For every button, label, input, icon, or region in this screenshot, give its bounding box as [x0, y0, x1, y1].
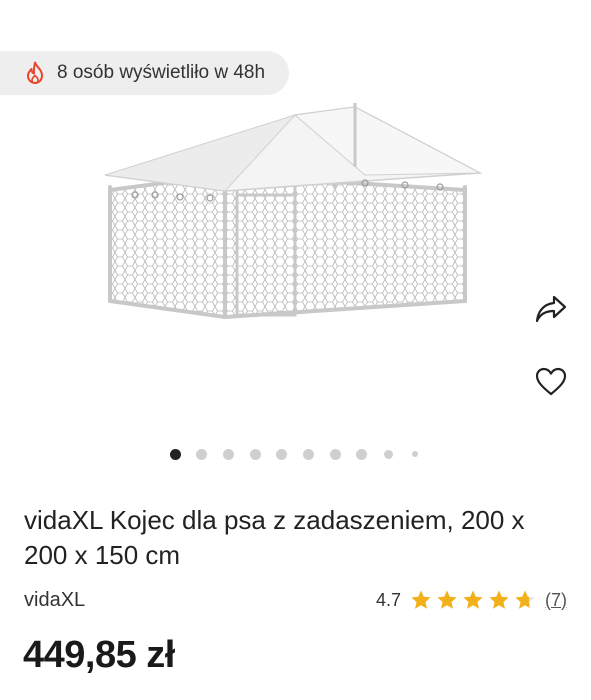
- review-count-link[interactable]: (7): [545, 590, 567, 611]
- pagination-dot[interactable]: [222, 448, 234, 460]
- star-icon: [488, 589, 510, 611]
- star-icon: [462, 589, 484, 611]
- product-price: 449,85 zł: [23, 634, 175, 676]
- heart-icon: [535, 367, 567, 402]
- pagination-dot[interactable]: [329, 448, 341, 460]
- star-rating: [410, 589, 540, 611]
- product-title: vidaXL Kojec dla psa z zadaszeniem, 200 …: [24, 505, 525, 570]
- views-text: 8 osób wyświetliło w 48h: [57, 62, 266, 83]
- gallery-pagination: [0, 446, 591, 462]
- pagination-dot[interactable]: [356, 448, 368, 460]
- share-button[interactable]: [529, 289, 573, 333]
- pagination-dot[interactable]: [276, 448, 288, 460]
- pagination-dot[interactable]: [196, 448, 208, 460]
- rating-value: 4.7: [375, 589, 401, 610]
- brand-name[interactable]: vidaXL: [24, 589, 85, 612]
- pagination-dot[interactable]: [384, 449, 394, 459]
- rating-row: 4.7 (7): [376, 587, 567, 613]
- star-icon: [436, 589, 458, 611]
- product-image[interactable]: [95, 95, 495, 335]
- star-icon: [514, 589, 536, 611]
- favorite-button[interactable]: [529, 362, 573, 406]
- pagination-dot[interactable]: [169, 448, 181, 460]
- pagination-dot[interactable]: [303, 448, 314, 460]
- flame-icon: [24, 61, 46, 85]
- views-badge: 8 osób wyświetliło w 48h: [0, 51, 289, 95]
- pagination-dot[interactable]: [412, 451, 419, 457]
- star-icon: [410, 589, 432, 611]
- share-icon: [534, 294, 568, 329]
- pagination-dot[interactable]: [249, 448, 261, 460]
